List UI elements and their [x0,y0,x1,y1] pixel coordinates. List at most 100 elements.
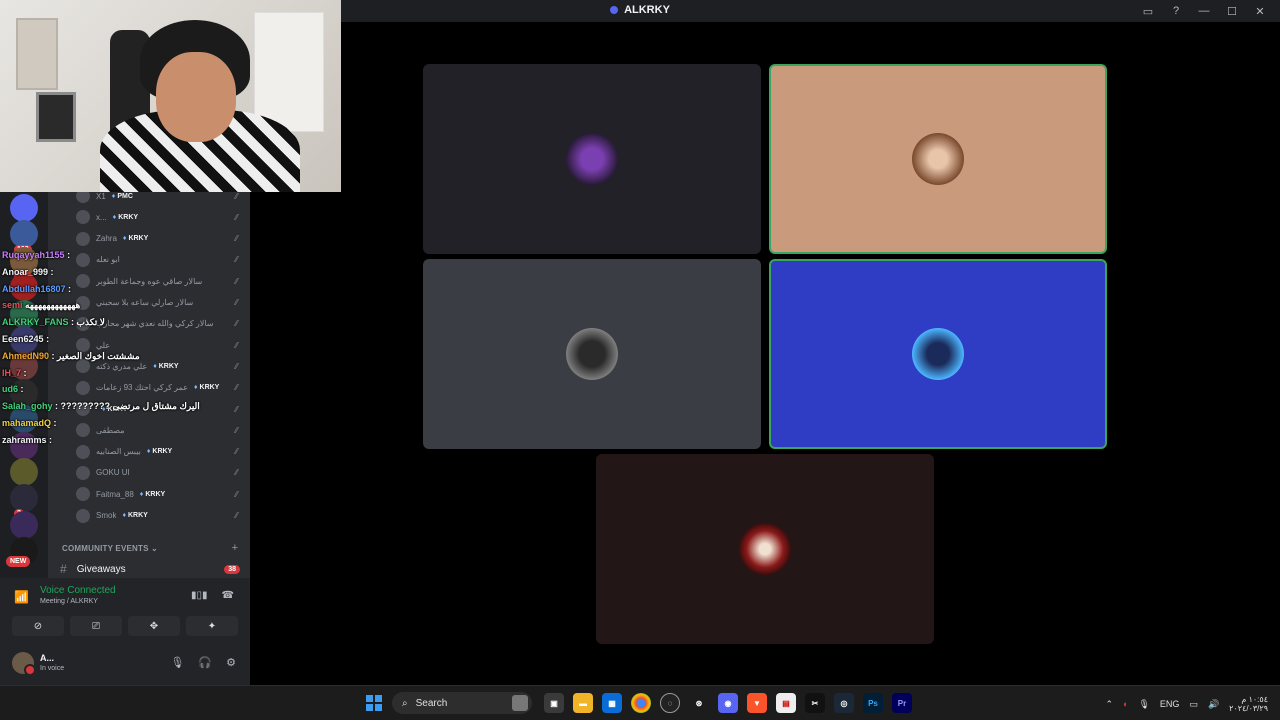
user-name[interactable]: A... [40,653,54,663]
screen-share-button[interactable]: ⎚ [70,616,122,636]
chat-text: : [49,434,53,445]
voice-member[interactable]: سالار صارلي ساعه بلا سحبني ⁄⁄ [76,294,242,312]
voice-member[interactable]: x... KRKY ⁄⁄ [76,208,242,226]
voice-member[interactable]: Smok KRKY ⁄⁄ [76,507,242,525]
member-avatar [76,380,90,395]
member-name: سالار صارلي ساعه بلا سحبني [96,298,194,307]
member-name: Faitma_88 [96,489,134,499]
muted-mic-icon: ⁄⁄ [235,511,238,520]
close-button[interactable]: ✕ [1248,2,1272,20]
headphones-icon[interactable]: 🎧 [198,656,212,669]
inbox-icon[interactable]: ▭ [1136,2,1160,20]
muted-mic-icon: ⁄⁄ [235,425,238,435]
photoshop-icon[interactable]: Ps [863,693,883,713]
chat-text: : مششتت اخوك الصغير [51,350,140,361]
muted-mic-icon: ⁄⁄ [235,255,238,265]
tray-mic-icon[interactable]: 🎙 [1138,699,1149,710]
network-icon[interactable]: ▭ [1189,699,1198,710]
muted-mic-icon: ⁄⁄ [235,468,238,478]
voice-member[interactable]: ابو نعله ⁄⁄ [76,251,242,269]
file-explorer-icon[interactable]: ▬ [573,693,593,713]
tray-chevron-icon[interactable]: ⌃ [1106,699,1114,710]
member-avatar [76,252,90,267]
participant-avatar [566,328,618,380]
language-indicator[interactable]: ENG [1160,699,1180,709]
capcut-icon[interactable]: ✂ [805,693,825,713]
chat-message: Abdullah16807 : [2,284,71,294]
task-view-icon[interactable]: ▣ [544,693,564,713]
add-channel-icon[interactable]: + [232,542,238,554]
soundboard-button[interactable]: ✦ [186,616,238,636]
news-icon[interactable]: ▤ [776,693,796,713]
noise-suppression-icon[interactable]: ▮▯▮ [191,590,208,601]
participant-avatar [566,133,618,185]
category-community-events[interactable]: COMMUNITY EVENTS ⌄ [62,544,158,553]
discord-icon[interactable]: ◉ [718,693,738,713]
voice-member[interactable]: Faitma_88 KRKY ⁄⁄ [76,485,242,503]
participant-tile[interactable] [423,259,761,449]
signal-icon[interactable]: 📶 [14,590,29,604]
server-icon[interactable] [10,458,38,486]
voice-location[interactable]: Meeting / ALKRKY [40,598,98,605]
member-tag: KRKY [147,448,172,455]
microphone-icon[interactable]: 🎙 [170,656,184,669]
voice-member[interactable]: Zahra KRKY ⁄⁄ [76,230,242,248]
server-icon[interactable]: 2 [10,484,38,519]
muted-mic-icon: ⁄⁄ [235,192,238,201]
voice-member[interactable]: بيبس الصنابيه KRKY ⁄⁄ [76,443,242,461]
member-avatar [76,465,90,480]
premiere-icon[interactable]: Pr [892,693,912,713]
taskbar-search[interactable]: ⌕ Search [392,692,532,714]
channel-giveaways[interactable]: # Giveaways 38 [60,561,244,577]
participant-tile-speaking[interactable] [769,259,1107,449]
chat-message: ud6 : [2,384,24,394]
server-icon[interactable] [10,194,38,222]
voice-member[interactable]: عمر كركي احتك 93 زعامات KRKY ⁄⁄ [76,379,242,397]
chat-message: Eeen6245 : [2,334,49,344]
webcam-overlay [0,0,341,192]
muted-mic-icon: ⁄⁄ [235,340,238,350]
participant-tile[interactable] [423,64,761,254]
maximize-button[interactable]: ☐ [1220,2,1244,20]
server-icon[interactable]: 102 [10,220,38,255]
member-avatar [76,508,90,523]
member-name: سالار كركي والله نعدي شهر محارب [96,319,214,329]
settings-gear-icon[interactable]: ⚙ [226,656,236,669]
voice-member[interactable]: X1 PMC ⁄⁄ [76,192,242,205]
voice-member[interactable]: سالار صاقي عوه وجماعة الطوبر ⁄⁄ [76,272,242,290]
chat-username: semi [2,300,23,311]
member-avatar [76,487,90,502]
voice-member[interactable]: GOKU UI ⁄⁄ [76,464,242,482]
volume-icon[interactable]: 🔊 [1208,699,1219,710]
steam-client-icon[interactable]: ⊛ [689,693,709,713]
chat-message: Anoar_999 : [2,267,54,277]
participant-tile-speaking[interactable] [769,64,1107,254]
avatar[interactable] [12,652,36,676]
brave-icon[interactable]: ▼ [747,693,767,713]
server-icon[interactable] [10,510,38,539]
chat-username: IH_7 [2,367,22,378]
voice-call-stage [250,22,1280,685]
voice-member[interactable]: مصطفى ⁄⁄ [76,421,242,439]
discord-logo-icon [610,6,619,15]
disconnect-icon[interactable]: ☎ [222,590,234,601]
voice-status[interactable]: Voice Connected [40,585,116,596]
steam-icon[interactable]: ◎ [834,693,854,713]
chat-username: Ruqayyah1155 [2,250,65,260]
help-icon[interactable]: ? [1164,2,1188,20]
muted-mic-icon: ⁄⁄ [235,489,238,499]
muted-mic-icon: ⁄⁄ [235,404,238,414]
camera-off-button[interactable]: ⊘ [12,616,64,636]
minimize-button[interactable]: — [1192,2,1216,20]
activities-button[interactable]: ✥ [128,616,180,636]
start-button[interactable] [366,695,382,711]
store-icon[interactable]: ▦ [602,693,622,713]
user-panel: A... In voice 🎙 🎧 ⚙ [0,642,250,685]
tray-app-icon[interactable]: ◐ [1123,699,1128,709]
app-icon[interactable]: ◌ [660,693,680,713]
chrome-icon[interactable] [631,693,651,713]
participant-tile[interactable] [596,454,934,644]
clock[interactable]: ١٠:٥٤ م ٢٠٢٤/٠٣/٢٩ [1229,695,1268,713]
member-name: سالار صاقي عوه وجماعة الطوبر [96,276,203,286]
chat-text: : [23,367,27,378]
